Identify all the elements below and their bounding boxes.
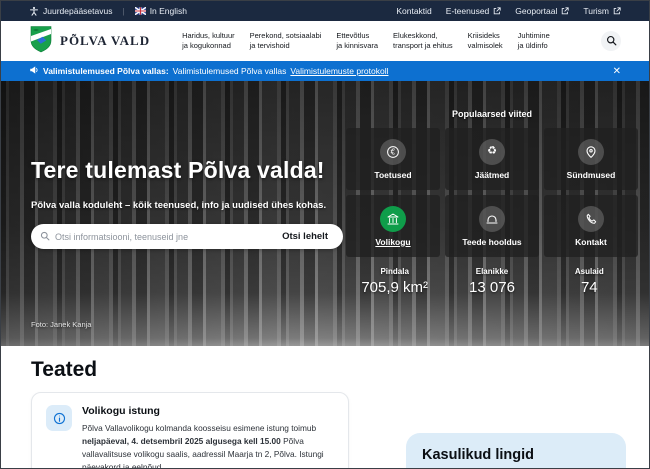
- nav-item-kriisideks[interactable]: Kriisideks valmisolek: [468, 31, 503, 51]
- language-switch-link[interactable]: In English: [135, 6, 187, 16]
- megaphone-icon: [29, 65, 39, 77]
- alert-close-button[interactable]: ✕: [613, 66, 621, 77]
- phone-icon: [578, 206, 604, 232]
- recycle-icon: ♻: [479, 139, 505, 165]
- logo[interactable]: PÕLVA VALD: [29, 25, 150, 58]
- useful-links-heading: Kasulikud lingid: [422, 447, 610, 463]
- hero-intro: Tere tulemast Põlva valda! Põlva valla k…: [31, 157, 346, 249]
- content-section: Teated Volikogu istung Põlva Vallavoliko…: [1, 346, 649, 469]
- topbar: Juurdepääsetavus | In English Kontaktid …: [1, 1, 649, 21]
- uk-flag-icon: [135, 7, 146, 15]
- info-icon: [46, 405, 72, 431]
- government-building-icon: [380, 206, 406, 232]
- accessibility-label: Juurdepääsetavus: [43, 6, 112, 16]
- search-icon: [40, 228, 50, 246]
- stat-asulaid: Asulaid 74: [541, 267, 638, 296]
- tile-teede-hooldus[interactable]: Teede hooldus: [445, 195, 539, 257]
- external-link-icon: [493, 7, 501, 15]
- map-pin-icon: [578, 139, 604, 165]
- popular-links-title: Populaarsed viited: [346, 109, 638, 119]
- header-search-button[interactable]: [601, 31, 621, 51]
- announcement-card[interactable]: Volikogu istung Põlva Vallavolikogu kolm…: [31, 392, 349, 469]
- road-maintenance-icon: [479, 206, 505, 232]
- hero-section: Tere tulemast Põlva valda! Põlva valla k…: [1, 81, 649, 346]
- accessibility-link[interactable]: Juurdepääsetavus: [29, 6, 112, 16]
- popular-links: Populaarsed viited € Toetused ♻ Jäätmed: [346, 109, 638, 296]
- announcement-title: Volikogu istung: [82, 405, 334, 417]
- nav-item-ettevotlus[interactable]: Ettevõtlus ja kinnisvara: [336, 31, 378, 51]
- hero-search-input[interactable]: [50, 232, 269, 242]
- language-label: In English: [150, 6, 187, 16]
- stat-elanikke: Elanikke 13 076: [443, 267, 540, 296]
- alert-bold-text: Valimistulemused Põlva vallas:: [43, 66, 169, 76]
- nav-item-perekond[interactable]: Perekond, sotsiaalabi ja tervishoid: [250, 31, 322, 51]
- topbar-links: Kontaktid E-teenused Geoportaal: [396, 6, 621, 16]
- topbar-link-e-teenused[interactable]: E-teenused: [446, 6, 501, 16]
- stat-pindala: Pindala 705,9 km²: [346, 267, 443, 296]
- tile-volikogu[interactable]: Volikogu: [346, 195, 440, 257]
- topbar-link-turism[interactable]: Turism: [583, 6, 621, 16]
- search-icon: [606, 34, 617, 49]
- logo-title: PÕLVA VALD: [60, 33, 150, 49]
- hero-search-form: Otsi lehelt: [31, 224, 343, 249]
- nav-item-elukeskkond[interactable]: Elukeskkond, transport ja ehitus: [393, 31, 453, 51]
- external-link-icon: [613, 7, 621, 15]
- external-link-icon: [561, 7, 569, 15]
- tile-toetused[interactable]: € Toetused: [346, 128, 440, 190]
- municipality-stats: Pindala 705,9 km² Elanikke 13 076 Asulai…: [346, 267, 638, 296]
- alert-protocol-link[interactable]: Valimistulemuste protokoll: [290, 66, 388, 76]
- photo-credit: Foto: Janek Kanja: [31, 320, 91, 329]
- site-header: PÕLVA VALD Haridus, kultuur ja kogukonna…: [1, 21, 649, 61]
- announcement-body: Põlva Vallavolikogu kolmanda koosseisu e…: [82, 422, 334, 469]
- tile-kontakt[interactable]: Kontakt: [544, 195, 638, 257]
- hero-title: Tere tulemast Põlva valda!: [31, 157, 346, 184]
- hero-subtitle: Põlva valla koduleht – kõik teenused, in…: [31, 200, 346, 211]
- teated-heading: Teated: [31, 358, 97, 382]
- tile-jaatmed[interactable]: ♻ Jäätmed: [445, 128, 539, 190]
- alert-banner: Valimistulemused Põlva vallas: Valimistu…: [1, 61, 649, 81]
- quicklink-tiles: € Toetused ♻ Jäätmed S: [346, 128, 638, 257]
- page: Juurdepääsetavus | In English Kontaktid …: [0, 0, 650, 469]
- topbar-link-geoportaal[interactable]: Geoportaal: [515, 6, 569, 16]
- main-nav: Haridus, kultuur ja kogukonnad Perekond,…: [182, 31, 550, 51]
- useful-links-panel: Kasulikud lingid: [406, 433, 626, 469]
- accessibility-icon: [29, 6, 39, 16]
- announcement-content: Volikogu istung Põlva Vallavolikogu kolm…: [82, 405, 334, 469]
- coat-of-arms-icon: [29, 25, 53, 58]
- nav-item-juhtimine[interactable]: Juhtimine ja üldinfo: [518, 31, 550, 51]
- nav-item-haridus[interactable]: Haridus, kultuur ja kogukonnad: [182, 31, 235, 51]
- tile-sundmused[interactable]: Sündmused: [544, 128, 638, 190]
- topbar-link-kontaktid[interactable]: Kontaktid: [396, 6, 431, 16]
- alert-text: Valimistulemused Põlva vallas: [173, 66, 287, 76]
- hero-search-submit-button[interactable]: Otsi lehelt: [269, 226, 341, 247]
- euro-icon: €: [380, 139, 406, 165]
- topbar-divider: |: [122, 6, 124, 16]
- svg-text:€: €: [391, 147, 396, 156]
